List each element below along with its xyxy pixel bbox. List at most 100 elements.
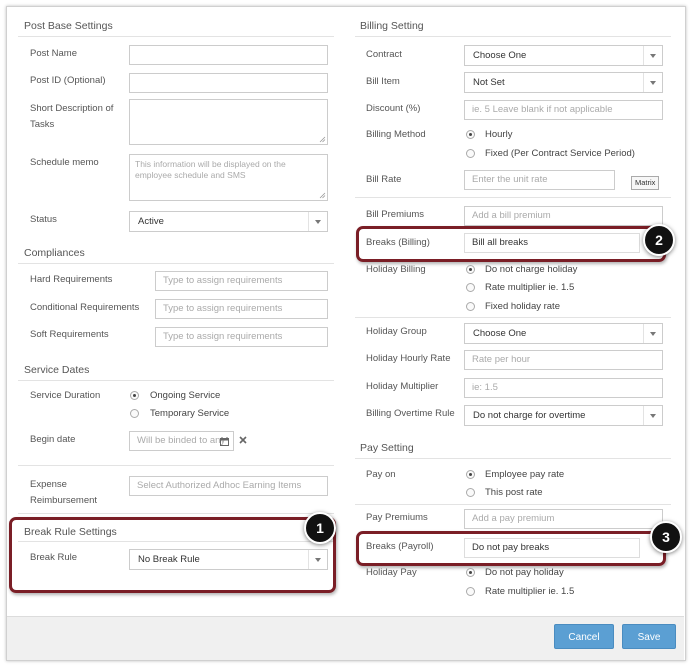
holiday-pay-multiplier-label: Rate multiplier ie. 1.5: [485, 586, 575, 597]
expense-label-line2: Reimbursement: [30, 495, 98, 506]
clear-date-icon[interactable]: [239, 436, 247, 444]
divider: [18, 513, 334, 514]
bill-premiums-label: Bill Premiums: [366, 209, 425, 220]
highlight-break-rule: [9, 517, 336, 593]
hard-requirements-placeholder: Type to assign requirements: [163, 275, 283, 286]
conditional-requirements-input[interactable]: Type to assign requirements: [155, 299, 328, 319]
pay-on-employee-rate-radio[interactable]: [466, 470, 475, 479]
pay-on-post-rate-label: This post rate: [485, 487, 543, 498]
chevron-down-icon: [308, 212, 327, 231]
holiday-group-label: Holiday Group: [366, 326, 427, 337]
bill-premiums-placeholder: Add a bill premium: [472, 210, 551, 221]
divider: [355, 458, 671, 459]
chevron-down-icon: [643, 73, 662, 92]
billing-method-hourly-radio[interactable]: [466, 130, 475, 139]
divider: [355, 197, 671, 198]
ongoing-service-radio[interactable]: [130, 391, 139, 400]
soft-requirements-placeholder: Type to assign requirements: [163, 331, 283, 342]
holiday-group-select[interactable]: Choose One: [464, 323, 663, 344]
divider: [355, 317, 671, 318]
holiday-pay-multiplier-radio[interactable]: [466, 587, 475, 596]
discount-label: Discount (%): [366, 103, 421, 114]
post-base-settings-title: Post Base Settings: [24, 20, 113, 32]
post-id-input[interactable]: [129, 73, 328, 93]
hard-requirements-input[interactable]: Type to assign requirements: [155, 271, 328, 291]
bill-rate-placeholder: Enter the unit rate: [472, 174, 548, 185]
expense-reimbursement-input[interactable]: Select Authorized Adhoc Earning Items: [129, 476, 328, 496]
holiday-group-value: Choose One: [473, 328, 527, 339]
soft-requirements-label: Soft Requirements: [30, 329, 109, 340]
hard-requirements-label: Hard Requirements: [30, 274, 113, 285]
pay-setting-title: Pay Setting: [360, 442, 414, 454]
save-button[interactable]: Save: [622, 624, 676, 649]
pay-on-post-rate-radio[interactable]: [466, 488, 475, 497]
holiday-multiplier-placeholder: ie: 1.5: [472, 382, 498, 393]
divider: [355, 504, 671, 505]
bill-rate-input[interactable]: Enter the unit rate: [464, 170, 615, 190]
contract-label: Contract: [366, 49, 402, 60]
cancel-button[interactable]: Cancel: [554, 624, 614, 649]
billing-overtime-rule-label: Billing Overtime Rule: [366, 408, 455, 419]
schedule-memo-textarea[interactable]: This information will be displayed on th…: [129, 154, 328, 201]
chevron-down-icon: [643, 324, 662, 343]
begin-date-input[interactable]: Will be binded to any: [129, 431, 234, 451]
status-select[interactable]: Active: [129, 211, 328, 232]
holiday-multiplier-label: Holiday Multiplier: [366, 381, 439, 392]
service-duration-label: Service Duration: [30, 390, 101, 401]
pay-premiums-label: Pay Premiums: [366, 512, 428, 523]
holiday-billing-none-radio[interactable]: [466, 265, 475, 274]
bill-item-value: Not Set: [473, 77, 505, 88]
holiday-pay-none-radio[interactable]: [466, 568, 475, 577]
short-description-label-line2: Tasks: [30, 119, 55, 130]
highlight-breaks-payroll: [356, 531, 666, 566]
holiday-pay-none-label: Do not pay holiday: [485, 567, 564, 578]
holiday-hourly-rate-input[interactable]: Rate per hour: [464, 350, 663, 370]
bill-item-select[interactable]: Not Set: [464, 72, 663, 93]
conditional-requirements-label: Conditional Requirements: [30, 302, 140, 313]
contract-select[interactable]: Choose One: [464, 45, 663, 66]
begin-date-label: Begin date: [30, 434, 76, 445]
holiday-billing-multiplier-label: Rate multiplier ie. 1.5: [485, 282, 575, 293]
divider: [18, 263, 334, 264]
billing-method-hourly-label: Hourly: [485, 129, 513, 140]
post-name-label: Post Name: [30, 48, 77, 59]
discount-input[interactable]: ie. 5 Leave blank if not applicable: [464, 100, 663, 120]
holiday-hourly-rate-placeholder: Rate per hour: [472, 354, 531, 365]
divider: [355, 36, 671, 37]
calendar-icon: [220, 437, 229, 446]
holiday-billing-fixed-radio[interactable]: [466, 302, 475, 311]
highlight-breaks-billing: [356, 226, 666, 262]
holiday-pay-label: Holiday Pay: [366, 567, 417, 578]
short-description-label: Short Description of: [30, 103, 114, 114]
chevron-down-icon: [643, 406, 662, 425]
holiday-billing-label: Holiday Billing: [366, 264, 426, 275]
expense-label: Expense: [30, 479, 67, 490]
callout-badge-3: 3: [650, 521, 682, 553]
holiday-billing-fixed-label: Fixed holiday rate: [485, 301, 560, 312]
expense-placeholder: Select Authorized Adhoc Earning Items: [137, 480, 302, 491]
pay-on-employee-rate-label: Employee pay rate: [485, 469, 565, 480]
holiday-billing-multiplier-radio[interactable]: [466, 283, 475, 292]
pay-premiums-input[interactable]: Add a pay premium: [464, 509, 663, 529]
post-id-label: Post ID (Optional): [30, 75, 106, 86]
temporary-service-radio[interactable]: [130, 409, 139, 418]
billing-overtime-rule-select[interactable]: Do not charge for overtime: [464, 405, 663, 426]
schedule-memo-placeholder: This information will be displayed on th…: [135, 159, 286, 180]
billing-method-label: Billing Method: [366, 129, 426, 140]
divider: [18, 36, 334, 37]
soft-requirements-input[interactable]: Type to assign requirements: [155, 327, 328, 347]
billing-setting-title: Billing Setting: [360, 20, 424, 32]
matrix-button[interactable]: Matrix: [631, 176, 660, 190]
pay-on-label: Pay on: [366, 469, 396, 480]
divider: [18, 380, 334, 381]
ongoing-service-label: Ongoing Service: [150, 390, 221, 401]
billing-method-fixed-label: Fixed (Per Contract Service Period): [485, 148, 635, 159]
holiday-multiplier-input[interactable]: ie: 1.5: [464, 378, 663, 398]
callout-badge-1: 1: [304, 512, 336, 544]
short-description-textarea[interactable]: [129, 99, 328, 145]
bill-premiums-input[interactable]: Add a bill premium: [464, 206, 663, 226]
temporary-service-label: Temporary Service: [150, 408, 230, 419]
post-name-input[interactable]: [129, 45, 328, 65]
billing-method-fixed-radio[interactable]: [466, 149, 475, 158]
status-value: Active: [138, 216, 164, 227]
